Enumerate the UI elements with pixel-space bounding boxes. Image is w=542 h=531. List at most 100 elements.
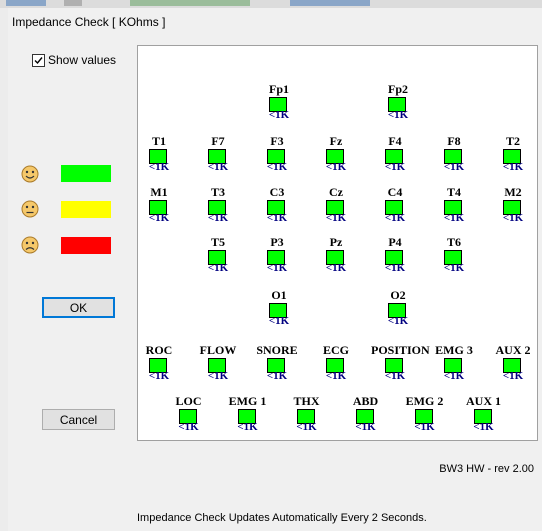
electrode-label: F8	[447, 134, 461, 148]
electrode-fp2: Fp2 <1K	[374, 82, 422, 122]
electrode-label: F4	[388, 134, 402, 148]
electrode-impedance-value: <1K	[443, 161, 465, 173]
electrode-impedance-value: <1K	[384, 262, 406, 274]
electrode-emg-3: EMG 3 <1K	[430, 343, 478, 383]
electrode-p4: P4 <1K	[371, 235, 419, 275]
electrode-impedance-value: <1K	[148, 212, 170, 224]
electrode-impedance-value: <1K	[207, 370, 229, 382]
electrode-impedance-value: <1K	[355, 421, 376, 433]
electrode-impedance-value: <1K	[502, 212, 524, 224]
electrode-impedance-value: <1K	[443, 212, 465, 224]
electrode-label: FLOW	[199, 343, 237, 357]
electrode-label: C4	[387, 185, 403, 199]
electrode-label: P4	[388, 235, 402, 249]
electrode-impedance-value: <1K	[266, 212, 288, 224]
electrode-f7: F7 <1K	[194, 135, 242, 174]
electrode-label: T5	[210, 235, 225, 249]
background-toolbar-fragment	[290, 0, 370, 6]
electrode-label: O2	[390, 288, 406, 302]
electrode-label: ABD	[352, 394, 379, 408]
checkmark-icon	[34, 56, 43, 64]
electrode-impedance-value: <1K	[266, 370, 288, 382]
electrode-label: Pz	[329, 235, 343, 249]
electrode-label: EMG 3	[435, 343, 473, 357]
electrode-t6: T6 <1K	[430, 235, 478, 275]
electrode-label: POSITION	[371, 343, 430, 357]
ok-button[interactable]: OK	[42, 297, 115, 318]
electrode-f4: F4 <1K	[371, 134, 419, 174]
electrode-impedance-value: <1K	[384, 370, 406, 382]
electrode-flow: FLOW <1K	[194, 343, 242, 383]
electrode-label: O1	[271, 288, 287, 302]
electrode-impedance-value: <1K	[268, 109, 290, 121]
background-toolbar-fragment	[6, 0, 46, 6]
electrode-abd: ABD <1K	[342, 394, 390, 434]
electrode-m1: M1 <1K	[135, 185, 183, 225]
electrode-impedance-value: <1K	[325, 161, 347, 173]
background-toolbar-fragment	[64, 0, 82, 6]
electrode-fp1: Fp1 <1K	[255, 83, 303, 122]
electrode-t1: T1 <1K	[135, 134, 183, 174]
sad-face-icon	[21, 236, 39, 254]
electrode-impedance-value: <1K	[268, 315, 290, 327]
background-window-edge	[0, 8, 8, 531]
electrode-label: T1	[151, 134, 166, 148]
electrode-emg-2: EMG 2 <1K	[401, 395, 449, 434]
electrode-impedance-value: <1K	[443, 370, 465, 382]
neutral-face-icon	[21, 200, 39, 218]
electrode-p3: P3 <1K	[253, 236, 301, 275]
electrode-impedance-value: <1K	[207, 262, 229, 274]
background-toolbar-fragment	[130, 0, 250, 6]
electrode-label: EMG 1	[228, 394, 267, 408]
electrode-impedance-value: <1K	[443, 262, 465, 274]
electrode-label: Fp2	[387, 82, 408, 96]
hardware-revision: BW3 HW - rev 2.00	[439, 463, 534, 475]
electrode-t5: T5 <1K	[194, 235, 242, 275]
electrode-m2: M2 <1K	[489, 185, 537, 225]
electrode-impedance-value: <1K	[207, 161, 229, 173]
electrode-snore: SNORE <1K	[253, 343, 301, 383]
electrode-t4: T4 <1K	[430, 185, 478, 225]
electrode-label: Fz	[329, 134, 343, 148]
electrode-f3: F3 <1K	[253, 135, 301, 174]
electrode-thx: THX <1K	[283, 394, 331, 434]
electrode-o2: O2 <1K	[374, 288, 422, 328]
electrode-label: M1	[150, 185, 168, 199]
show-values-checkbox[interactable]: Show values	[32, 53, 116, 67]
electrode-label: M2	[504, 185, 522, 199]
electrode-label: SNORE	[256, 343, 298, 357]
electrode-emg-1: EMG 1 <1K	[224, 394, 272, 434]
electrode-label: ECG	[322, 343, 349, 357]
electrode-impedance-value: <1K	[384, 212, 406, 224]
electrode-label: AUX 2	[495, 343, 531, 357]
electrode-map-panel: Fp1 <1K Fp2 <1K T1 <1K F7 <1K F3 <1K Fz <1K F4 <1K F8 <…	[137, 45, 538, 441]
electrode-label: THX	[293, 394, 320, 408]
electrode-impedance-value: <1K	[384, 161, 406, 173]
electrode-impedance-value: <1K	[387, 109, 409, 121]
electrode-aux-1: AUX 1 <1K	[460, 395, 508, 434]
legend-color-yellow	[61, 201, 111, 218]
electrode-position: POSITION <1K	[371, 343, 430, 383]
electrode-impedance-value: <1K	[237, 421, 258, 433]
electrode-label: T4	[446, 185, 461, 199]
happy-face-icon	[21, 165, 39, 183]
electrode-impedance-value: <1K	[325, 212, 347, 224]
electrode-ecg: ECG <1K	[312, 343, 360, 383]
electrode-c4: C4 <1K	[371, 185, 419, 225]
electrode-label: T6	[446, 235, 461, 249]
electrode-impedance-value: <1K	[414, 421, 435, 433]
electrode-f8: F8 <1K	[430, 134, 478, 174]
show-values-label: Show values	[48, 53, 117, 67]
electrode-impedance-value: <1K	[148, 161, 170, 173]
electrode-impedance-value: <1K	[178, 421, 199, 433]
electrode-impedance-value: <1K	[207, 212, 229, 224]
electrode-roc: ROC <1K	[135, 343, 183, 383]
electrode-t2: T2 <1K	[489, 134, 537, 174]
electrode-label: ROC	[145, 343, 173, 357]
cancel-button[interactable]: Cancel	[42, 409, 115, 430]
electrode-impedance-value: <1K	[502, 161, 524, 173]
electrode-label: T2	[505, 134, 520, 148]
electrode-impedance-value: <1K	[325, 370, 347, 382]
electrode-impedance-value: <1K	[266, 161, 288, 173]
checkbox-box[interactable]	[32, 53, 45, 67]
